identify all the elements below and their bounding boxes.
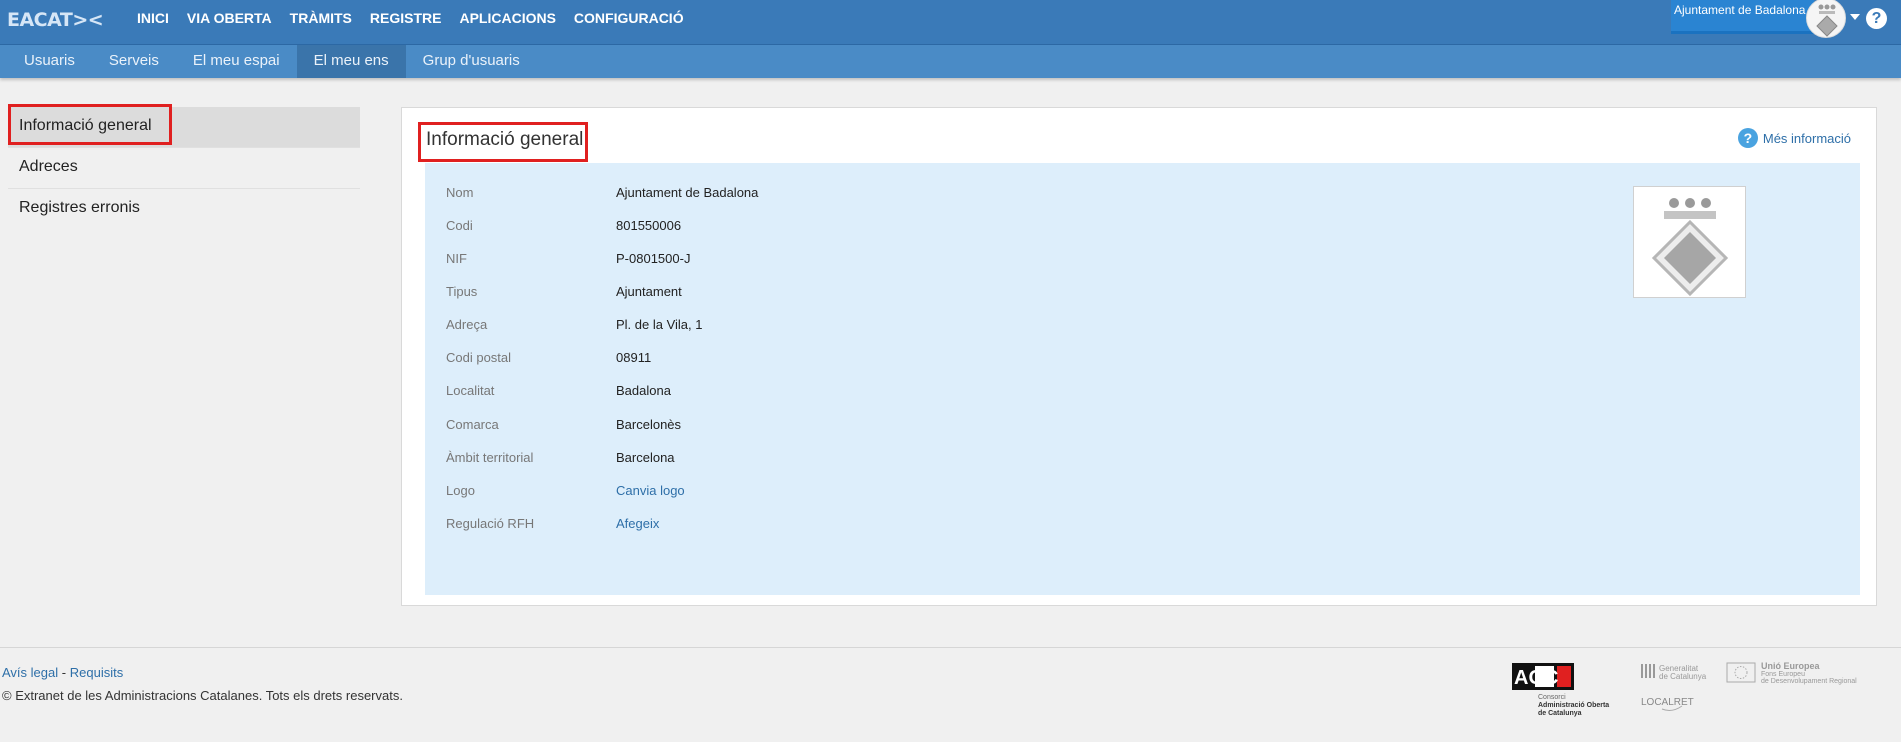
tab-el-meu-ens[interactable]: El meu ens <box>296 45 406 78</box>
info-box: Nom Ajuntament de Badalona Codi 80155000… <box>425 163 1860 595</box>
chevron-down-icon[interactable] <box>1850 14 1860 20</box>
change-logo-link[interactable]: Canvia logo <box>616 483 685 498</box>
left-menu-item-label: Adreces <box>19 158 78 175</box>
footer-separator: - <box>61 665 67 680</box>
left-menu-item-informacio-general[interactable]: Informació general <box>8 104 360 148</box>
coat-of-arms-icon <box>1816 4 1838 37</box>
org-name[interactable]: Ajuntament de Badalona <box>1671 0 1814 34</box>
aoc-logo[interactable]: AOC Consorci Administració Oberta de Cat… <box>1512 663 1609 717</box>
aoc-caption-3: de Catalunya <box>1538 710 1582 717</box>
question-icon: ? <box>1737 128 1758 148</box>
eu-text-2: Fons Europeu <box>1761 671 1805 678</box>
tab-usuaris[interactable]: Usuaris <box>7 45 92 78</box>
sub-nav: Usuaris Serveis El meu espai El meu ens … <box>0 45 1901 78</box>
field-value: Barcelonès <box>616 417 682 432</box>
page-title: Informació general <box>426 129 584 150</box>
requirements-link[interactable]: Requisits <box>70 665 123 680</box>
field-value: Barcelona <box>616 450 675 465</box>
aoc-logo-text: AOC <box>1514 667 1558 689</box>
org-avatar[interactable] <box>1806 0 1846 38</box>
more-info-link[interactable]: ? Més informació <box>1737 128 1851 148</box>
field-value: Ajuntament de Badalona <box>616 185 759 200</box>
field-value: 08911 <box>616 350 652 365</box>
aoc-caption-2: Administració Oberta <box>1538 702 1609 709</box>
localret-text: LOCALRET <box>1641 697 1694 708</box>
add-rfh-link[interactable]: Afegeix <box>616 516 659 531</box>
field-label: Comarca <box>446 417 499 432</box>
copyright-text: © Extranet de les Administracions Catala… <box>2 688 403 703</box>
generalitat-text-2: de Catalunya <box>1659 672 1707 681</box>
footer-links: Avís legal - Requisits <box>2 665 123 680</box>
legal-notice-link[interactable]: Avís legal <box>2 665 58 680</box>
left-menu-item-label: Registres erronis <box>19 199 140 216</box>
top-navbar: EACAT>< INICI VIA OBERTA TRÀMITS REGISTR… <box>0 0 1901 45</box>
field-label: Localitat <box>446 383 495 398</box>
top-nav-inici[interactable]: INICI <box>128 0 178 37</box>
field-label: NIF <box>446 251 467 266</box>
footer-logos: AOC Consorci Administració Oberta de Cat… <box>1512 660 1897 720</box>
highlight-box <box>8 104 172 145</box>
coat-of-arms-icon <box>1651 198 1729 297</box>
top-nav-via-oberta[interactable]: VIA OBERTA <box>178 0 281 37</box>
field-label: Àmbit territorial <box>446 450 534 465</box>
field-label: Logo <box>446 483 475 498</box>
localret-logo[interactable]: LOCALRET <box>1641 697 1694 711</box>
eu-text-3: de Desenvolupament Regional <box>1761 678 1857 685</box>
field-label: Nom <box>446 185 474 200</box>
tab-serveis[interactable]: Serveis <box>92 45 176 78</box>
top-nav-tramits[interactable]: TRÀMITS <box>281 0 361 37</box>
field-label: Regulació RFH <box>446 516 535 531</box>
aoc-caption-1: Consorci <box>1538 694 1566 701</box>
field-value: Badalona <box>616 383 671 398</box>
sub-navbar: Usuaris Serveis El meu espai El meu ens … <box>0 45 1901 78</box>
field-label: Adreça <box>446 317 488 332</box>
field-value: P-0801500-J <box>616 251 691 266</box>
eu-logo[interactable]: Unió Europea Fons Europeu de Desenvolupa… <box>1726 661 1857 685</box>
eu-text-1: Unió Europea <box>1761 661 1820 671</box>
generalitat-logo[interactable]: Generalitat de Catalunya <box>1641 664 1707 681</box>
field-label: Codi postal <box>446 350 512 365</box>
tab-grup-usuaris[interactable]: Grup d'usuaris <box>406 45 537 78</box>
top-nav-configuracio[interactable]: CONFIGURACIÓ <box>565 0 693 37</box>
more-info-label: Més informació <box>1762 130 1851 146</box>
left-menu-item-registres-erronis[interactable]: Registres erronis <box>8 189 360 230</box>
field-label: Tipus <box>446 284 478 299</box>
left-menu-item-adreces[interactable]: Adreces <box>8 148 360 189</box>
top-nav: INICI VIA OBERTA TRÀMITS REGISTRE APLICA… <box>128 0 693 37</box>
brand-logo[interactable]: EACAT>< <box>7 9 104 31</box>
info-panel: Informació general ? Més informació Nom … <box>401 107 1877 606</box>
top-nav-aplicacions[interactable]: APLICACIONS <box>450 0 564 37</box>
field-value: Ajuntament <box>616 284 682 299</box>
tab-el-meu-espai[interactable]: El meu espai <box>176 45 297 78</box>
footer-divider <box>0 647 1901 648</box>
help-icon[interactable]: ? <box>1866 8 1887 29</box>
org-logo-image <box>1633 186 1746 298</box>
field-label: Codi <box>446 218 473 233</box>
field-value: Pl. de la Vila, 1 <box>616 317 703 332</box>
top-nav-registre[interactable]: REGISTRE <box>361 0 451 37</box>
field-value: 801550006 <box>616 218 682 233</box>
left-menu: Informació general Adreces Registres err… <box>8 104 360 230</box>
